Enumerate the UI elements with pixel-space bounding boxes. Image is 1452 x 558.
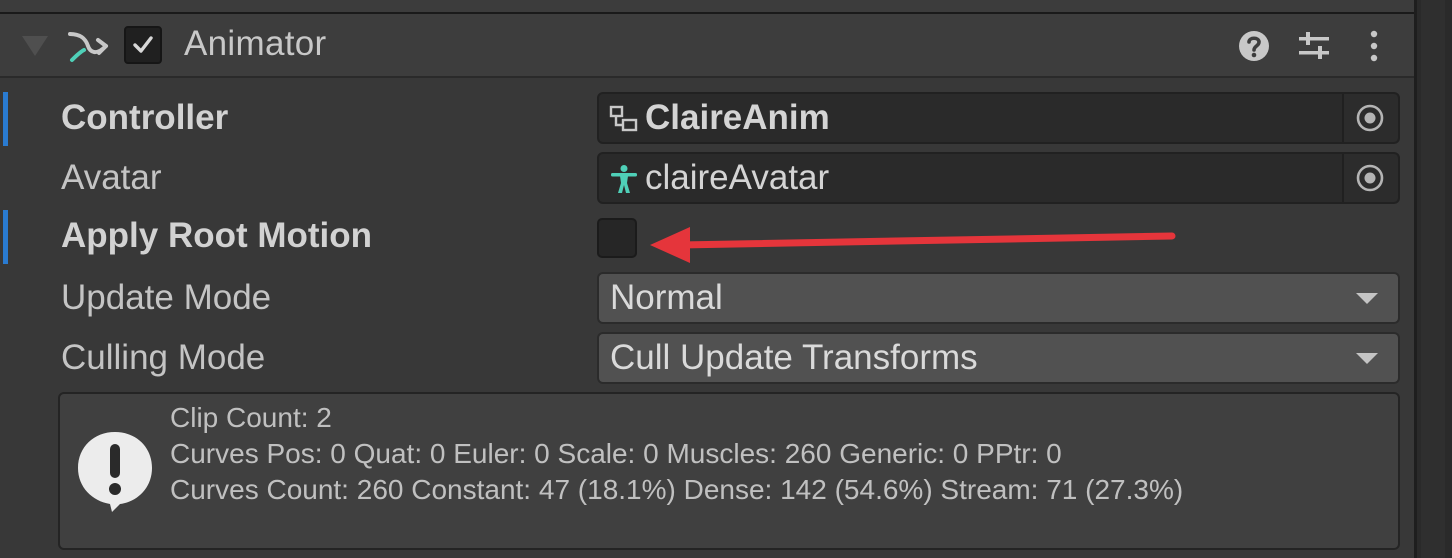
scrollbar-track[interactable]	[1421, 0, 1445, 558]
avatar-picker-button[interactable]	[1342, 154, 1398, 202]
curves-breakdown-text: Curves Pos: 0 Quat: 0 Euler: 0 Scale: 0 …	[170, 438, 1062, 469]
update-mode-value: Normal	[610, 278, 723, 317]
update-mode-dropdown[interactable]: Normal	[597, 272, 1400, 324]
avatar-field[interactable]: claireAvatar	[597, 152, 1400, 204]
annotation-arrow	[650, 227, 1176, 263]
update-mode-label: Update Mode	[61, 278, 272, 317]
help-icon[interactable]	[1236, 28, 1272, 64]
object-picker-icon	[1356, 164, 1384, 192]
controller-row: Controller ClaireAnim	[0, 92, 1414, 152]
animator-icon	[68, 32, 108, 62]
culling-mode-label: Culling Mode	[61, 338, 266, 377]
component-title: Animator	[184, 24, 327, 63]
dropdown-arrow-icon	[1356, 293, 1378, 304]
checkmark-icon	[133, 36, 153, 53]
avatar-icon	[611, 165, 637, 193]
info-help-box: Clip Count: 2 Curves Pos: 0 Quat: 0 Eule…	[58, 392, 1400, 550]
override-indicator	[3, 210, 8, 264]
avatar-value: claireAvatar	[645, 158, 830, 197]
presets-icon[interactable]	[1296, 28, 1332, 64]
curves-count-text: Curves Count: 260 Constant: 47 (18.1%) D…	[170, 474, 1184, 505]
controller-picker-button[interactable]	[1342, 94, 1398, 142]
controller-field[interactable]: ClaireAnim	[597, 92, 1400, 144]
controller-value: ClaireAnim	[645, 98, 830, 137]
kebab-menu-icon[interactable]	[1356, 28, 1392, 64]
clip-count-text: Clip Count: 2	[170, 402, 332, 433]
culling-mode-value: Cull Update Transforms	[610, 338, 978, 377]
inspector-scrollbar[interactable]	[1414, 0, 1452, 558]
info-exclamation-icon	[78, 432, 152, 512]
animator-controller-icon	[609, 105, 638, 132]
dropdown-arrow-icon	[1356, 353, 1378, 364]
culling-mode-dropdown[interactable]: Cull Update Transforms	[597, 332, 1400, 384]
component-header[interactable]: Animator	[0, 14, 1414, 78]
apply-root-motion-checkbox[interactable]	[597, 218, 637, 258]
component-enabled-checkbox[interactable]	[124, 26, 162, 64]
apply-root-motion-label: Apply Root Motion	[61, 216, 373, 255]
object-picker-icon	[1356, 104, 1384, 132]
update-mode-row: Update Mode Normal	[0, 272, 1414, 332]
culling-mode-row: Culling Mode Cull Update Transforms	[0, 332, 1414, 392]
previous-component-footer	[0, 0, 1414, 14]
avatar-label: Avatar	[61, 158, 162, 197]
avatar-row: Avatar claireAvatar	[0, 152, 1414, 212]
foldout-expanded-icon[interactable]	[22, 36, 48, 56]
override-indicator	[3, 92, 8, 146]
controller-label: Controller	[61, 98, 229, 137]
